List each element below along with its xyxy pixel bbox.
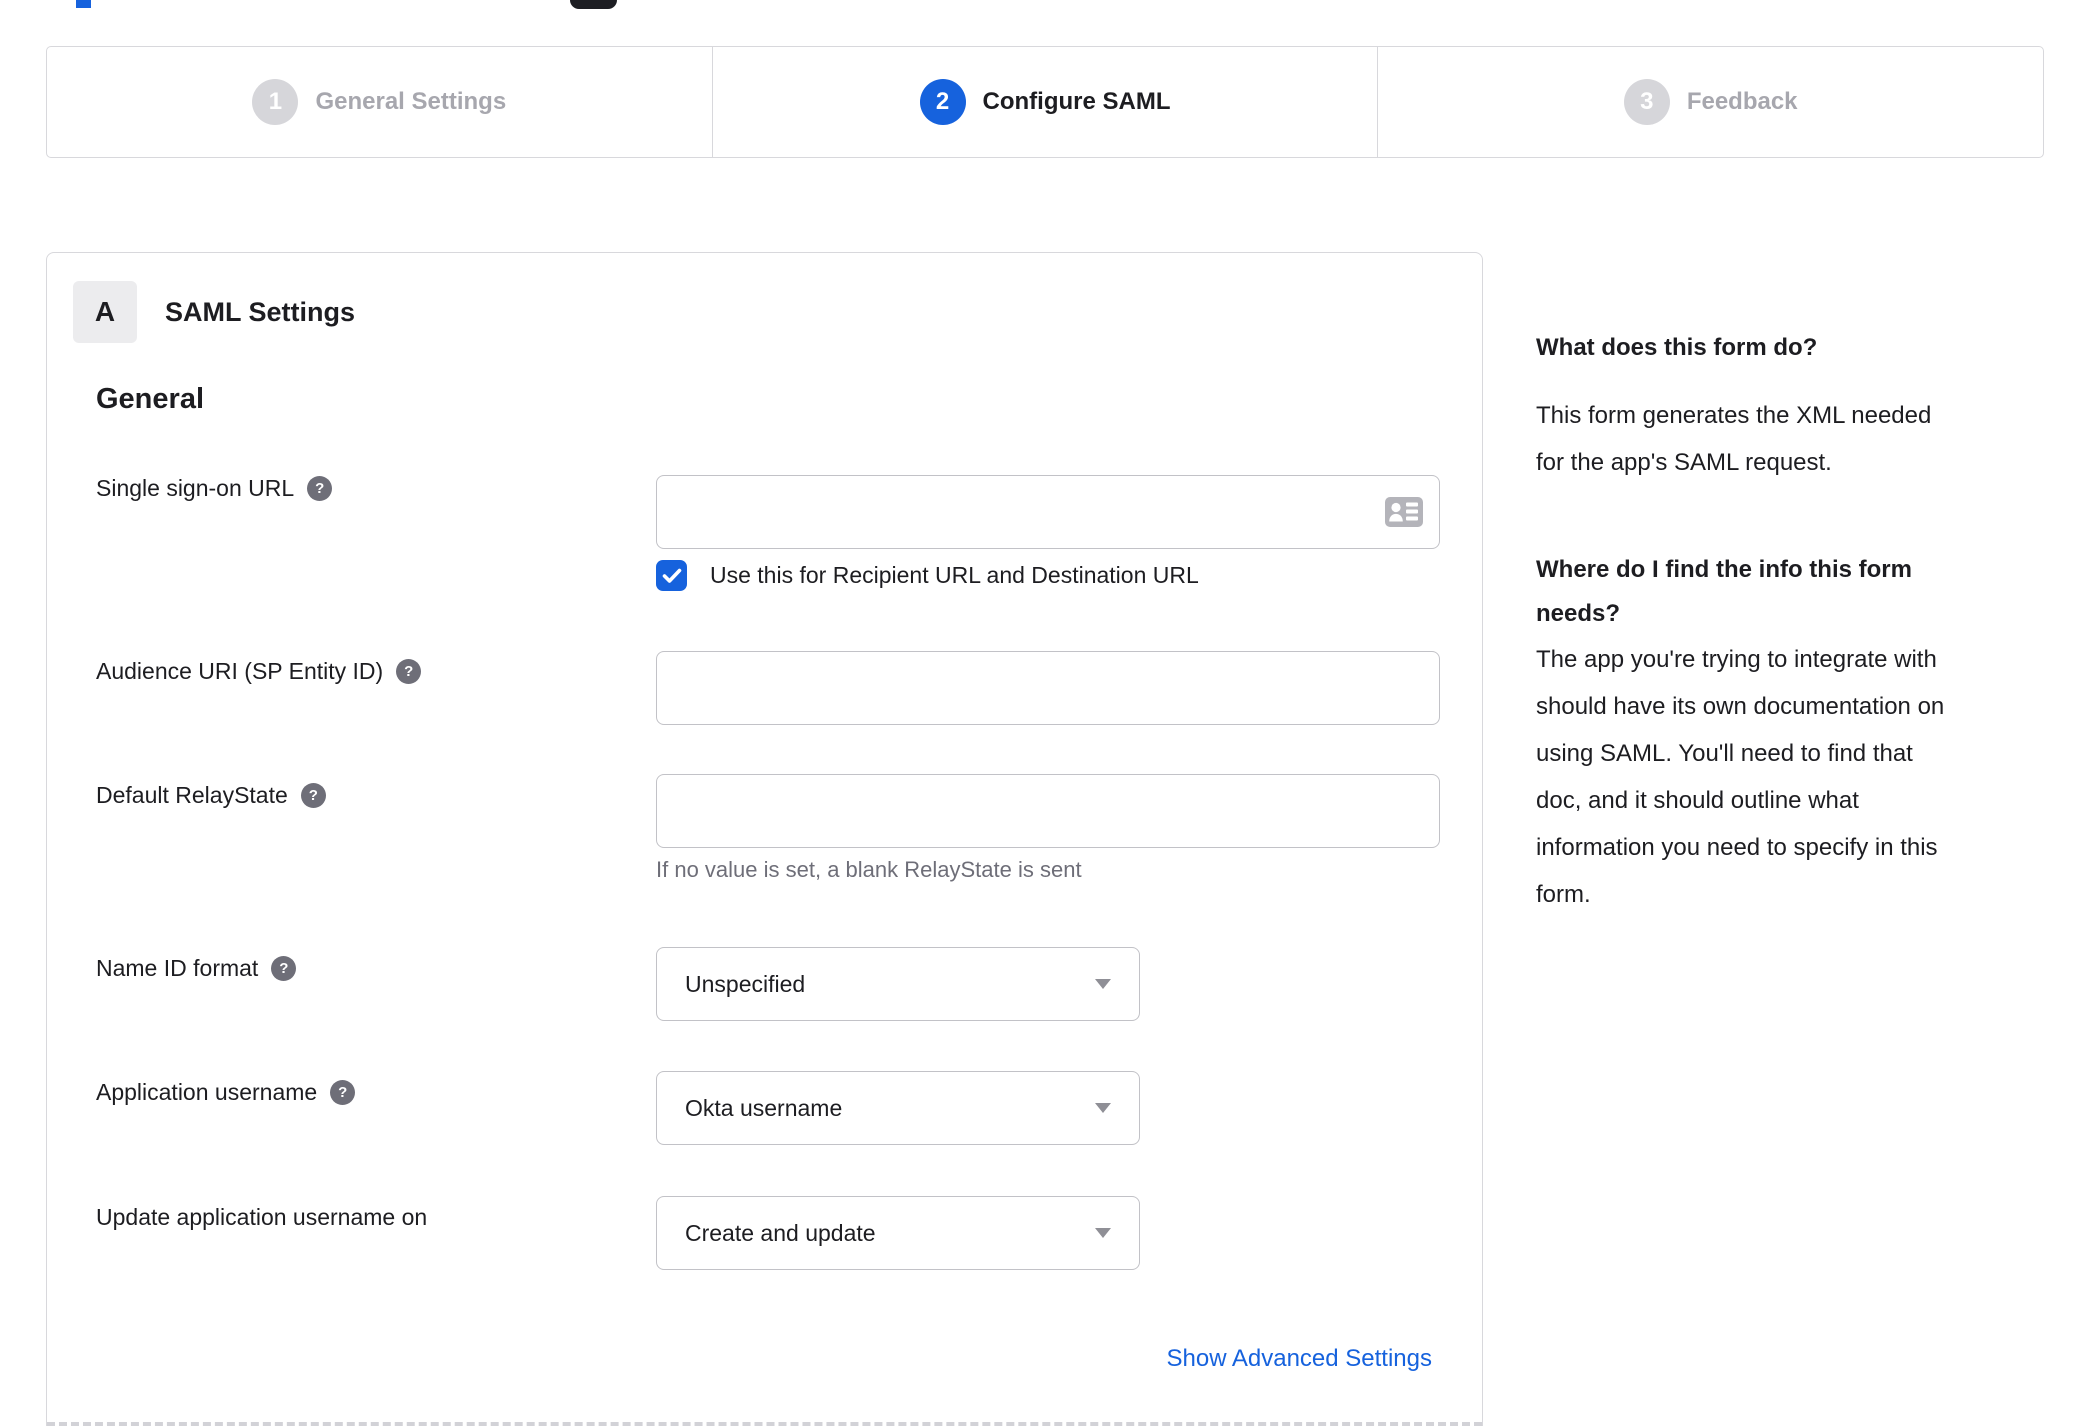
chevron-down-icon: [1095, 1103, 1111, 1113]
section-a-badge: A: [73, 281, 137, 343]
help-line: using SAML. You'll need to find that: [1536, 740, 1913, 767]
help-line: should have its own documentation on: [1536, 693, 1945, 720]
field-label-text: Default RelayState: [96, 782, 288, 808]
help-answer-1: This form generates the XML needed for t…: [1536, 392, 1931, 486]
step-general-settings[interactable]: 1 General Settings: [47, 47, 712, 157]
step-label: Configure SAML: [982, 88, 1171, 115]
help-line: doc, and it should outline what: [1536, 787, 1859, 814]
step-number-badge: 1: [252, 79, 299, 125]
single-sign-on-url-input[interactable]: [656, 475, 1440, 549]
help-tooltip-icon[interactable]: ?: [307, 476, 333, 501]
help-line: form.: [1536, 881, 1591, 908]
single-sign-on-url-field: [656, 475, 1440, 549]
field-label-text: Single sign-on URL: [96, 475, 295, 501]
help-tooltip-icon[interactable]: ?: [396, 659, 422, 684]
saml-settings-card: A SAML Settings General Single sign-on U…: [46, 252, 1483, 1426]
update-application-username-select[interactable]: Create and update: [656, 1196, 1140, 1270]
audience-uri-field: [656, 651, 1440, 725]
help-tooltip-icon[interactable]: ?: [330, 1080, 356, 1105]
recipient-destination-checkbox-label[interactable]: Use this for Recipient URL and Destinati…: [710, 560, 1199, 591]
name-id-format-select[interactable]: Unspecified: [656, 947, 1140, 1021]
application-username-label: Application username ?: [96, 1077, 356, 1108]
address-card-icon[interactable]: [1385, 497, 1423, 527]
select-value: Okta username: [685, 1094, 843, 1121]
application-username-select[interactable]: Okta username: [656, 1071, 1140, 1145]
recipient-destination-checkbox[interactable]: [656, 560, 687, 591]
help-answer-2: The app you're trying to integrate with …: [1536, 636, 1944, 918]
help-question-2: Where do I find the info this form needs…: [1536, 548, 1912, 636]
section-dashed-divider: [47, 1422, 1482, 1426]
select-value: Unspecified: [685, 970, 806, 997]
step-number-badge: 3: [1623, 79, 1670, 125]
step-feedback[interactable]: 3 Feedback: [1377, 47, 2043, 157]
select-value: Create and update: [685, 1219, 876, 1246]
help-line: information you need to specify in this: [1536, 834, 1938, 861]
field-label-text: Update application username on: [96, 1204, 428, 1230]
chevron-down-icon: [1095, 979, 1111, 989]
field-label-text: Audience URI (SP Entity ID): [96, 658, 384, 684]
step-label: General Settings: [315, 88, 507, 115]
step-number-badge: 2: [919, 79, 966, 125]
help-line: Where do I find the info this form: [1536, 556, 1912, 583]
chevron-down-icon: [1095, 1228, 1111, 1238]
clipped-tab-indicator-fragment: [76, 0, 91, 8]
help-line: The app you're trying to integrate with: [1536, 646, 1937, 673]
help-tooltip-icon[interactable]: ?: [300, 783, 326, 808]
group-title-general: General: [96, 383, 204, 415]
help-line: for the app's SAML request.: [1536, 449, 1832, 476]
name-id-format-label: Name ID format ?: [96, 953, 297, 984]
audience-uri-input[interactable]: [656, 651, 1440, 725]
field-label-text: Name ID format: [96, 955, 259, 981]
step-configure-saml[interactable]: 2 Configure SAML: [711, 47, 1378, 157]
wizard-stepper: 1 General Settings 2 Configure SAML 3 Fe…: [46, 46, 2044, 158]
step-label: Feedback: [1686, 88, 1798, 115]
default-relaystate-label: Default RelayState ?: [96, 780, 326, 811]
checkmark-icon: [662, 568, 681, 583]
help-tooltip-icon[interactable]: ?: [271, 956, 297, 981]
relaystate-helper-text: If no value is set, a blank RelayState i…: [656, 857, 1082, 882]
update-application-username-label: Update application username on: [96, 1202, 427, 1233]
show-advanced-settings-link[interactable]: Show Advanced Settings: [1166, 1345, 1432, 1373]
default-relaystate-input[interactable]: [656, 774, 1440, 848]
help-line: needs?: [1536, 600, 1621, 627]
single-sign-on-url-label: Single sign-on URL ?: [96, 473, 333, 504]
audience-uri-label: Audience URI (SP Entity ID) ?: [96, 656, 422, 687]
default-relaystate-field: [656, 774, 1440, 848]
help-line: This form generates the XML needed: [1536, 402, 1932, 429]
field-label-text: Application username: [96, 1079, 318, 1105]
section-title: SAML Settings: [165, 297, 356, 327]
clipped-icon-fragment: [570, 0, 617, 9]
help-question-1: What does this form do?: [1536, 334, 1818, 361]
